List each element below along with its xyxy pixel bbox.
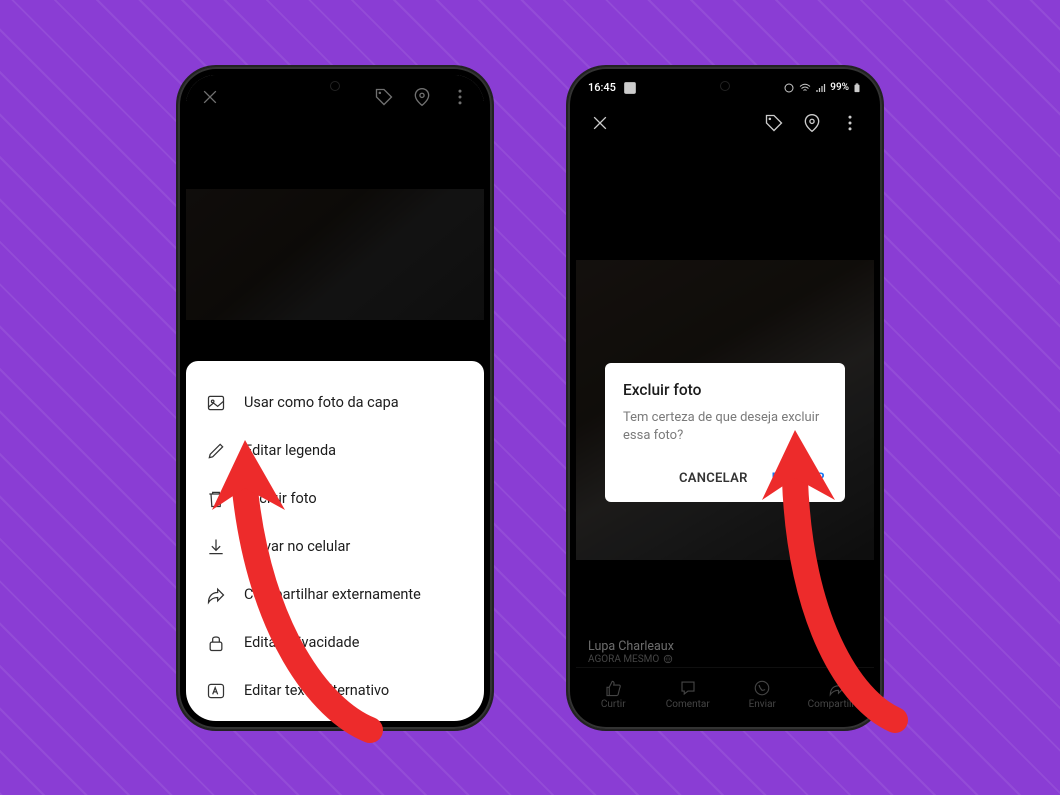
status-left: 16:45 <box>588 78 640 98</box>
camera-hole <box>330 81 340 91</box>
alt-icon <box>206 681 226 701</box>
sheet-label: Salvar no celular <box>244 538 350 555</box>
app-header <box>576 101 874 145</box>
download-icon <box>206 537 226 557</box>
bottom-sheet: Usar como foto da capa Editar legenda Ex… <box>186 361 484 721</box>
sheet-label: Compartilhar externamente <box>244 586 421 603</box>
close-icon[interactable] <box>590 113 610 133</box>
more-icon[interactable] <box>840 113 860 133</box>
sheet-label: Editar privacidade <box>244 634 359 651</box>
sheet-label: Editar texto alternativo <box>244 682 389 699</box>
phone-right: 16:45 99% <box>568 67 882 729</box>
sheet-item-save[interactable]: Salvar no celular <box>186 523 484 571</box>
image-icon <box>206 393 226 413</box>
wifi-icon <box>798 82 812 94</box>
status-right: 99% <box>783 82 862 94</box>
screen-left: 16:44 99% <box>186 75 484 721</box>
sheet-label: Excluir foto <box>244 490 317 507</box>
sheet-item-alt[interactable]: Editar texto alternativo <box>186 667 484 715</box>
sheet-item-delete[interactable]: Excluir foto <box>186 475 484 523</box>
trash-icon <box>206 489 226 509</box>
sheet-backdrop[interactable]: Usar como foto da capa Editar legenda Ex… <box>186 75 484 721</box>
sheet-item-caption[interactable]: Editar legenda <box>186 427 484 475</box>
photo-viewer: Lupa Charleaux AGORA MESMO Curtir Coment… <box>576 145 874 721</box>
dialog-backdrop[interactable]: Excluir foto Tem certeza de que deseja e… <box>576 145 874 721</box>
signal-icon <box>815 82 827 94</box>
screen-right: 16:45 99% <box>576 75 874 721</box>
sheet-item-privacy[interactable]: Editar privacidade <box>186 619 484 667</box>
tag-icon[interactable] <box>764 113 784 133</box>
sheet-label: Editar legenda <box>244 442 336 459</box>
cancel-button[interactable]: CANCELAR <box>677 463 750 494</box>
confirm-dialog: Excluir foto Tem certeza de que deseja e… <box>605 363 845 502</box>
alarm-icon <box>783 82 795 94</box>
status-time: 16:45 <box>588 81 616 94</box>
dialog-title: Excluir foto <box>623 381 827 399</box>
share-icon <box>206 585 226 605</box>
sheet-item-share[interactable]: Compartilhar externamente <box>186 571 484 619</box>
sheet-item-cover[interactable]: Usar como foto da capa <box>186 379 484 427</box>
dialog-message: Tem certeza de que deseja excluir essa f… <box>623 409 827 445</box>
phones-container: 16:44 99% <box>0 0 1060 795</box>
confirm-button[interactable]: EXCLUIR <box>770 463 827 494</box>
phone-left: 16:44 99% <box>178 67 492 729</box>
lock-icon <box>206 633 226 653</box>
camera-hole <box>720 81 730 91</box>
battery-icon <box>852 82 862 94</box>
dialog-actions: CANCELAR EXCLUIR <box>623 463 827 494</box>
location-icon[interactable] <box>802 113 822 133</box>
pencil-icon <box>206 441 226 461</box>
status-battery: 99% <box>830 82 849 93</box>
sheet-label: Usar como foto da capa <box>244 394 399 411</box>
status-app-icon <box>620 78 640 98</box>
